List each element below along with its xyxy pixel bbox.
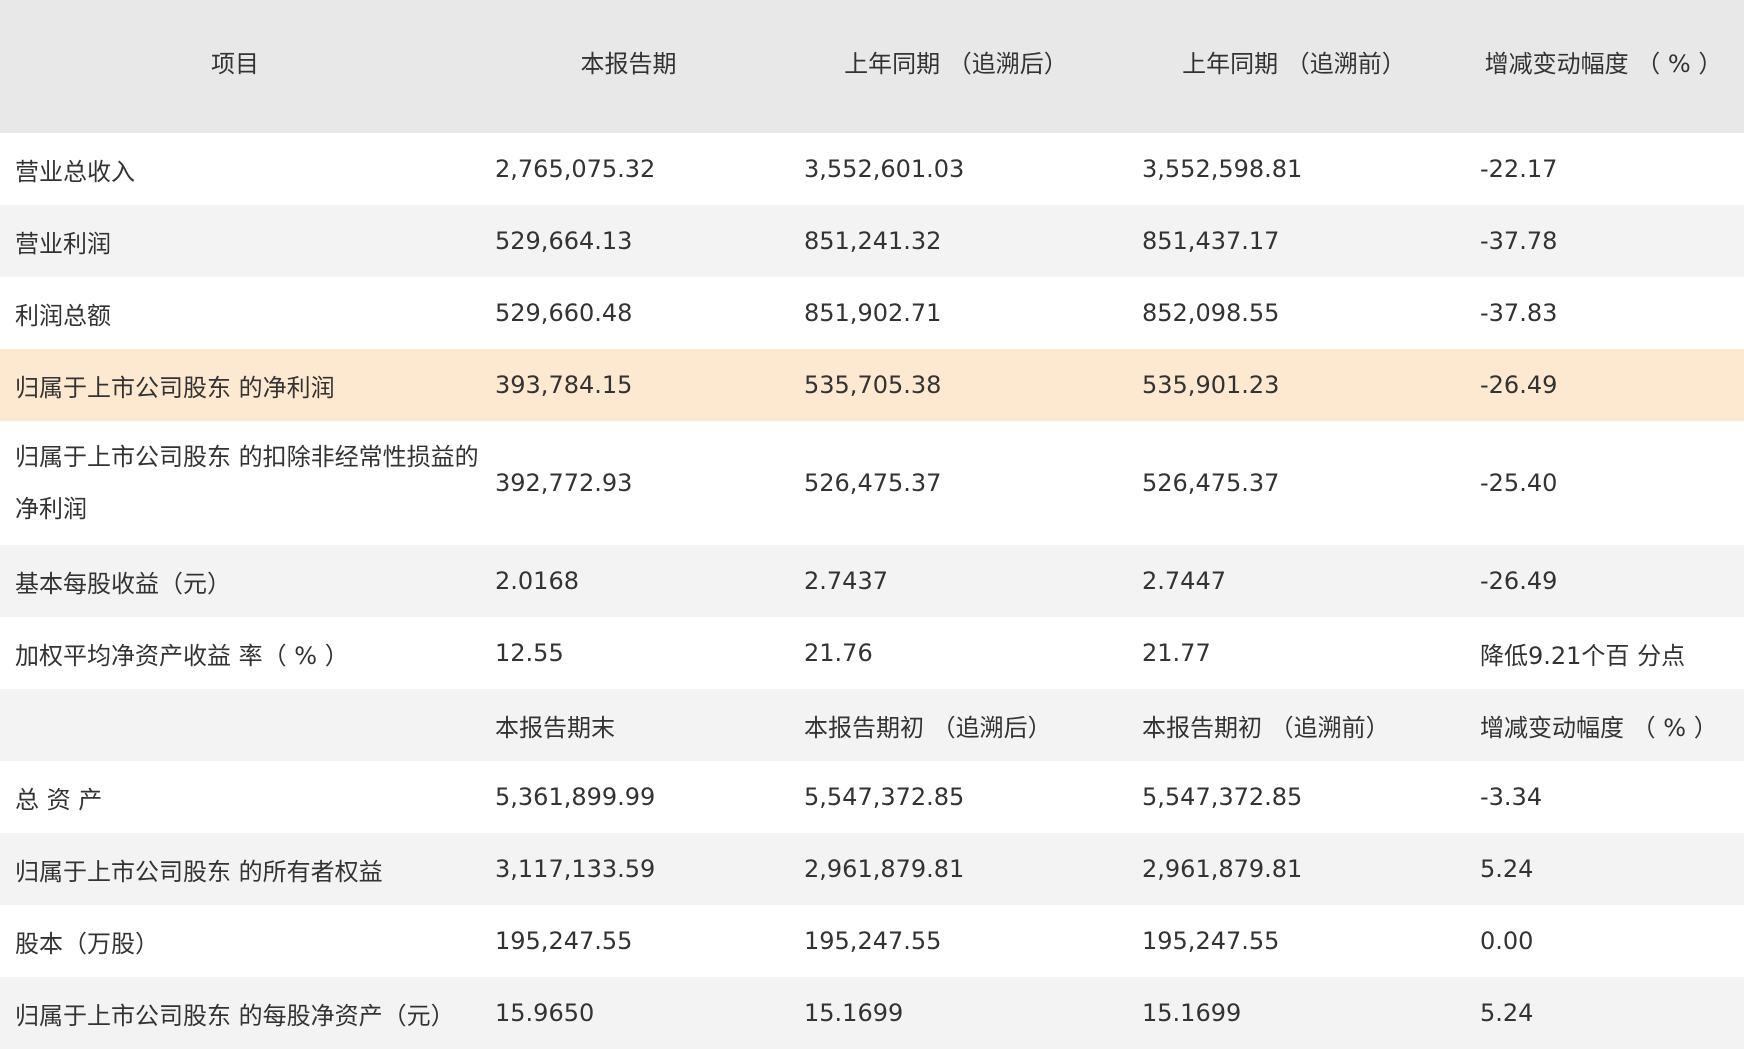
value-prior-original: 2,961,879.81 (1142, 855, 1303, 883)
value-current: 2,765,075.32 (495, 155, 656, 183)
table-row: 归属于上市公司股东 的所有者权益 3,117,133.59 2,961,879.… (0, 833, 1744, 905)
row-label: 加权平均净资产收益 率（ % ） (15, 641, 349, 670)
value-prior-original: 852,098.55 (1142, 299, 1280, 327)
subheader-period-end: 本报告期末 (495, 713, 615, 742)
value-current: 393,784.15 (495, 371, 633, 399)
value-current: 2.0168 (495, 567, 579, 595)
value-change: 降低9.21个百 分点 (1480, 641, 1686, 670)
value-change: -22.17 (1480, 155, 1558, 183)
value-prior-restated: 195,247.55 (804, 927, 942, 955)
value-current: 529,660.48 (495, 299, 633, 327)
table-row: 利润总额 529,660.48 851,902.71 852,098.55 -3… (0, 277, 1744, 349)
value-change: 5.24 (1480, 855, 1534, 883)
table-row: 归属于上市公司股东 的扣除非经常性损益的净利润 392,772.93 526,4… (0, 421, 1744, 545)
table-row: 股本（万股） 195,247.55 195,247.55 195,247.55 … (0, 905, 1744, 977)
value-current: 5,361,899.99 (495, 783, 656, 811)
value-current: 3,117,133.59 (495, 855, 656, 883)
row-label: 归属于上市公司股东 的每股净资产（元） (15, 1001, 455, 1030)
value-current: 195,247.55 (495, 927, 633, 955)
table-row-highlighted: 归属于上市公司股东 的净利润 393,784.15 535,705.38 535… (0, 349, 1744, 421)
value-prior-restated: 3,552,601.03 (804, 155, 965, 183)
value-current: 529,664.13 (495, 227, 633, 255)
value-prior-restated: 526,475.37 (804, 469, 942, 497)
value-prior-restated: 21.76 (804, 639, 873, 667)
value-prior-restated: 2.7437 (804, 567, 888, 595)
header-cell-current-period: 本报告期 (580, 50, 677, 78)
value-change: -3.34 (1480, 783, 1543, 811)
row-label: 归属于上市公司股东 的扣除非经常性损益的净利润 (15, 443, 479, 523)
value-prior-original: 3,552,598.81 (1142, 155, 1303, 183)
row-label: 归属于上市公司股东 的净利润 (15, 373, 335, 402)
table-row: 营业总收入 2,765,075.32 3,552,601.03 3,552,59… (0, 133, 1744, 205)
subheader-period-start-restated: 本报告期初 （追溯后） (804, 713, 1052, 742)
value-current: 392,772.93 (495, 469, 633, 497)
row-label: 归属于上市公司股东 的所有者权益 (15, 857, 383, 886)
value-change: -37.78 (1480, 227, 1558, 255)
value-prior-original: 195,247.55 (1142, 927, 1280, 955)
row-label: 营业总收入 (15, 157, 135, 186)
subheader-change-pct: 增减变动幅度 （ % ） (1480, 713, 1718, 742)
row-label: 基本每股收益（元） (15, 569, 231, 598)
subheader-period-start-original: 本报告期初 （追溯前） (1142, 713, 1390, 742)
header-cell-prior-original: 上年同期 （追溯前） (1182, 50, 1406, 78)
value-change: 0.00 (1480, 927, 1534, 955)
table-row: 总 资 产 5,361,899.99 5,547,372.85 5,547,37… (0, 761, 1744, 833)
row-label: 营业利润 (15, 229, 111, 258)
row-label: 利润总额 (15, 301, 111, 330)
table-row: 营业利润 529,664.13 851,241.32 851,437.17 -3… (0, 205, 1744, 277)
value-prior-restated: 2,961,879.81 (804, 855, 965, 883)
value-change: -25.40 (1480, 469, 1558, 497)
header-cell-item: 项目 (211, 50, 259, 78)
value-prior-original: 851,437.17 (1142, 227, 1280, 255)
header-cell-change-pct: 增减变动幅度 （ % ） (1484, 50, 1723, 78)
table-row: 归属于上市公司股东 的每股净资产（元） 15.9650 15.1699 15.1… (0, 977, 1744, 1049)
row-label: 总 资 产 (15, 785, 103, 814)
value-prior-original: 21.77 (1142, 639, 1211, 667)
table-row: 基本每股收益（元） 2.0168 2.7437 2.7447 -26.49 (0, 545, 1744, 617)
value-prior-original: 15.1699 (1142, 999, 1242, 1027)
value-prior-original: 2.7447 (1142, 567, 1226, 595)
value-current: 12.55 (495, 639, 564, 667)
value-change: -26.49 (1480, 567, 1558, 595)
value-change: 5.24 (1480, 999, 1534, 1027)
value-prior-restated: 851,241.32 (804, 227, 942, 255)
table-header-row: 项目 本报告期 上年同期 （追溯后） 上年同期 （追溯前） 增减变动幅度 （ %… (0, 0, 1744, 133)
value-prior-restated: 535,705.38 (804, 371, 942, 399)
table-subheader-row: 本报告期末 本报告期初 （追溯后） 本报告期初 （追溯前） 增减变动幅度 （ %… (0, 689, 1744, 761)
value-prior-restated: 15.1699 (804, 999, 904, 1027)
value-prior-original: 5,547,372.85 (1142, 783, 1303, 811)
value-change: -37.83 (1480, 299, 1558, 327)
value-change: -26.49 (1480, 371, 1558, 399)
row-label: 股本（万股） (15, 929, 159, 958)
header-cell-prior-restated: 上年同期 （追溯后） (844, 50, 1068, 78)
financial-summary-table: 项目 本报告期 上年同期 （追溯后） 上年同期 （追溯前） 增减变动幅度 （ %… (0, 0, 1744, 1049)
value-prior-restated: 5,547,372.85 (804, 783, 965, 811)
value-prior-restated: 851,902.71 (804, 299, 942, 327)
value-current: 15.9650 (495, 999, 595, 1027)
table-row: 加权平均净资产收益 率（ % ） 12.55 21.76 21.77 降低9.2… (0, 617, 1744, 689)
value-prior-original: 535,901.23 (1142, 371, 1280, 399)
value-prior-original: 526,475.37 (1142, 469, 1280, 497)
